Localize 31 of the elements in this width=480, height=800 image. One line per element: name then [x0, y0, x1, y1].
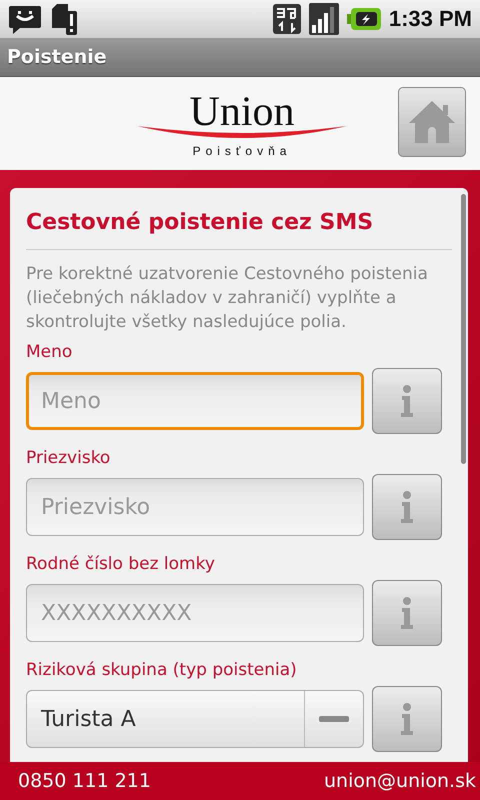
- field-label: Priezvisko: [26, 448, 112, 468]
- logo-subtitle: Poisťovňa: [192, 144, 292, 158]
- info-button[interactable]: [372, 368, 442, 434]
- field-label: Rodné číslo bez lomky: [26, 554, 216, 574]
- 3g-data-icon: [272, 4, 301, 34]
- info-icon: [400, 385, 414, 417]
- form-title: Cestovné poistenie cez SMS: [26, 209, 374, 237]
- sd-card-warning-icon: [50, 3, 78, 35]
- info-icon: [400, 703, 414, 735]
- info-icon: [400, 597, 414, 629]
- field-label: Meno: [26, 342, 74, 362]
- home-button[interactable]: [398, 87, 466, 157]
- signal-icon: [308, 3, 339, 35]
- info-button[interactable]: [372, 474, 442, 540]
- battery-charging-icon: [346, 8, 381, 30]
- info-button[interactable]: [372, 580, 442, 646]
- field-label: Riziková skupina (typ poistenia): [26, 660, 298, 680]
- text-field[interactable]: Priezvisko: [26, 478, 364, 536]
- clock: 1:33 PM: [388, 6, 472, 32]
- dropdown-field[interactable]: Turista A: [26, 690, 364, 748]
- chat-icon: [8, 4, 42, 34]
- intro-text: Pre korektné uzatvorenie Cestovného poistenia (liečebných nákladov v zahraničí) vyplňte a skontrolujte všetky nasledujúce polia.: [26, 263, 429, 334]
- info-icon: [400, 491, 414, 523]
- phone-number[interactable]: 0850 111 211: [18, 770, 151, 792]
- window-title: Poistenie: [7, 46, 107, 68]
- text-field[interactable]: Meno: [26, 372, 364, 430]
- home-icon: [407, 99, 457, 145]
- logo-name: Union: [190, 90, 294, 134]
- info-button[interactable]: [372, 686, 442, 752]
- email-link[interactable]: union@union.sk: [324, 770, 476, 792]
- text-field[interactable]: XXXXXXXXXX: [26, 584, 364, 642]
